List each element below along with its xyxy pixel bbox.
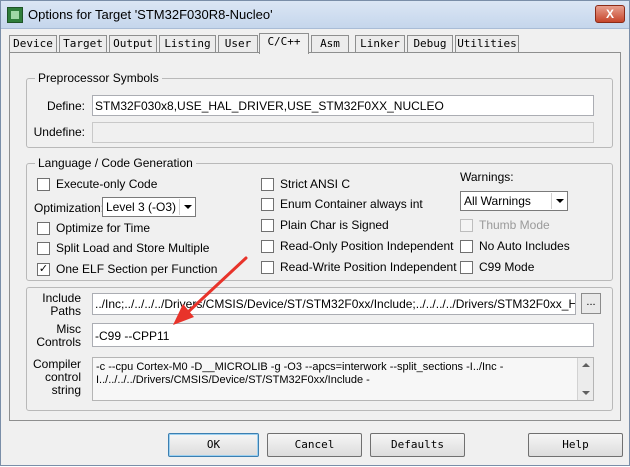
tab-target[interactable]: Target — [59, 35, 107, 53]
chevron-down-icon[interactable] — [179, 199, 194, 215]
preprocessor-group: Preprocessor Symbols Define: STM32F030x8… — [26, 71, 613, 148]
optimization-select[interactable]: Level 3 (-O3) — [102, 197, 196, 217]
one-elf-label: One ELF Section per Function — [56, 262, 218, 276]
compiler-control-label-line1: Compiler — [32, 357, 81, 371]
title-bar[interactable]: Options for Target 'STM32F030R8-Nucleo' … — [1, 1, 629, 29]
chevron-down-icon[interactable] — [551, 193, 566, 209]
plain-char-checkbox[interactable] — [261, 219, 274, 232]
one-elf-checkbox[interactable]: ✓ — [37, 263, 50, 276]
scroll-down-icon[interactable] — [582, 391, 590, 395]
tab-device[interactable]: Device — [9, 35, 57, 53]
plain-char-label: Plain Char is Signed — [280, 218, 389, 232]
read-write-checkbox[interactable] — [261, 261, 274, 274]
ok-button[interactable]: OK — [168, 433, 259, 457]
c99-mode-label: C99 Mode — [479, 260, 535, 274]
compiler-control-line1: -c --cpu Cortex-M0 -D__MICROLIB -g -O3 -… — [96, 361, 504, 373]
warnings-select[interactable]: All Warnings — [460, 191, 568, 211]
c-cpp-panel: Preprocessor Symbols Define: STM32F030x8… — [9, 52, 621, 421]
enum-container-checkbox[interactable] — [261, 198, 274, 211]
tab-utilities[interactable]: Utilities — [455, 35, 519, 53]
no-auto-includes-checkbox[interactable] — [460, 240, 473, 253]
compiler-control-scrollbar[interactable] — [577, 358, 593, 400]
close-button[interactable]: X — [595, 5, 625, 23]
strict-ansi-checkbox[interactable] — [261, 178, 274, 191]
compiler-control-label-line3: string — [51, 383, 81, 397]
language-group: Language / Code Generation Execute-only … — [26, 156, 613, 281]
keil-app-icon — [7, 7, 23, 23]
include-paths-input[interactable]: ../Inc;../../../../Drivers/CMSIS/Device/… — [92, 293, 576, 315]
include-paths-label-line2: Paths — [50, 304, 81, 318]
scroll-up-icon[interactable] — [582, 363, 590, 367]
tab-linker[interactable]: Linker — [355, 35, 405, 53]
compiler-control-string[interactable]: -c --cpu Cortex-M0 -D__MICROLIB -g -O3 -… — [92, 357, 594, 401]
no-auto-includes-label: No Auto Includes — [479, 239, 570, 253]
misc-controls-input[interactable]: -C99 --CPP11 — [92, 323, 594, 347]
misc-controls-label-line2: Controls — [36, 335, 81, 349]
tab-debug[interactable]: Debug — [407, 35, 453, 53]
optimize-time-checkbox[interactable] — [37, 222, 50, 235]
tab-c-cpp[interactable]: C/C++ — [259, 33, 309, 54]
read-only-label: Read-Only Position Independent — [280, 239, 454, 253]
defaults-button[interactable]: Defaults — [370, 433, 465, 457]
warnings-value: All Warnings — [464, 194, 531, 208]
define-input[interactable]: STM32F030x8,USE_HAL_DRIVER,USE_STM32F0XX… — [92, 95, 594, 116]
thumb-mode-checkbox — [460, 219, 473, 232]
cancel-button[interactable]: Cancel — [267, 433, 362, 457]
preprocessor-group-title: Preprocessor Symbols — [35, 71, 162, 85]
tab-strip: Device Target Output Listing User C/C++ … — [9, 33, 621, 54]
window-title: Options for Target 'STM32F030R8-Nucleo' — [28, 7, 273, 22]
help-button[interactable]: Help — [528, 433, 623, 457]
include-paths-label: Include Paths — [27, 292, 81, 318]
warnings-label: Warnings: — [460, 170, 514, 184]
compiler-control-label-line2: control — [44, 370, 81, 384]
read-write-label: Read-Write Position Independent — [280, 260, 457, 274]
tab-output[interactable]: Output — [109, 35, 157, 53]
define-label: Define: — [46, 99, 85, 113]
misc-controls-label-line1: Misc — [56, 322, 81, 336]
compiler-control-line2: I../../../../Drivers/CMSIS/Device/ST/STM… — [96, 374, 370, 386]
optimization-value: Level 3 (-O3) — [106, 200, 177, 214]
options-dialog: Options for Target 'STM32F030R8-Nucleo' … — [0, 0, 630, 466]
strict-ansi-label: Strict ANSI C — [280, 177, 351, 191]
undefine-input[interactable] — [92, 122, 594, 143]
split-load-label: Split Load and Store Multiple — [56, 241, 210, 255]
include-paths-browse-button[interactable]: ... — [581, 293, 601, 314]
tab-listing[interactable]: Listing — [159, 35, 216, 53]
split-load-checkbox[interactable] — [37, 242, 50, 255]
include-paths-label-line1: Include — [42, 291, 81, 305]
tab-user[interactable]: User — [218, 35, 258, 53]
language-group-title: Language / Code Generation — [35, 156, 196, 170]
enum-container-label: Enum Container always int — [280, 197, 423, 211]
compiler-control-label: Compiler control string — [27, 358, 81, 397]
misc-controls-label: Misc Controls — [27, 323, 81, 349]
undefine-label: Undefine: — [33, 125, 85, 139]
tab-asm[interactable]: Asm — [311, 35, 349, 53]
read-only-checkbox[interactable] — [261, 240, 274, 253]
optimization-label: Optimization: — [34, 201, 105, 215]
execute-only-checkbox[interactable] — [37, 178, 50, 191]
thumb-mode-label: Thumb Mode — [479, 218, 550, 232]
optimize-time-label: Optimize for Time — [56, 221, 151, 235]
execute-only-label: Execute-only Code — [56, 177, 158, 191]
c99-mode-checkbox[interactable] — [460, 261, 473, 274]
compiler-options-group: Include Paths ../Inc;../../../../Drivers… — [26, 287, 613, 411]
